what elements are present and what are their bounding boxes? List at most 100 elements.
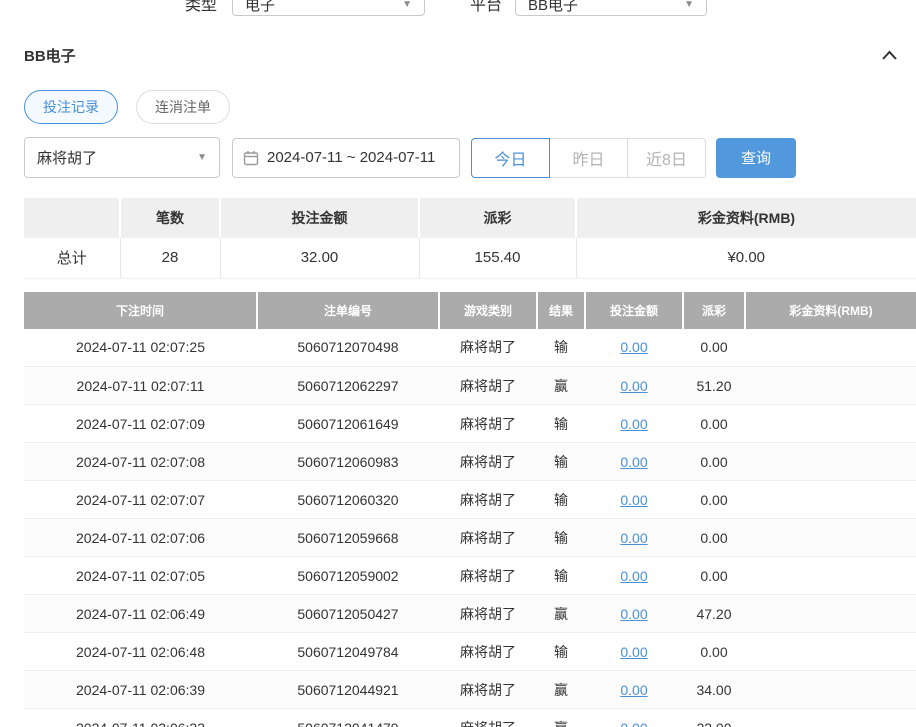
table-row: 2024-07-11 02:07:05 5060712059002 麻将胡了 输… — [24, 557, 916, 595]
cell-bonus-info — [745, 405, 916, 443]
table-row: 2024-07-11 02:06:39 5060712044921 麻将胡了 赢… — [24, 671, 916, 709]
game-select-value: 麻将胡了 — [37, 147, 97, 168]
summary-header-count: 笔数 — [120, 198, 220, 238]
tab-bet-records[interactable]: 投注记录 — [24, 90, 118, 124]
bet-amount-link[interactable]: 0.00 — [620, 378, 647, 394]
cell-result: 赢 — [537, 671, 585, 709]
summary-header-bet: 投注金额 — [220, 198, 419, 238]
platform-filter-select[interactable]: BB电子 ▼ — [515, 0, 707, 16]
cell-result: 赢 — [537, 367, 585, 405]
bet-amount-link[interactable]: 0.00 — [620, 682, 647, 698]
cell-order-number: 5060712070498 — [257, 329, 439, 367]
header-result: 结果 — [537, 292, 585, 329]
bet-records-table: 下注时间 注单编号 游戏类别 结果 投注金额 派彩 彩金资料(RMB) 2024… — [24, 292, 916, 727]
platform-filter-value: BB电子 — [528, 0, 578, 15]
bet-amount-link[interactable]: 0.00 — [620, 454, 647, 470]
section-title: BB电子 — [24, 45, 76, 66]
tab-cancelled-orders[interactable]: 连消注单 — [136, 90, 230, 124]
bet-amount-link[interactable]: 0.00 — [620, 530, 647, 546]
header-order-number: 注单编号 — [257, 292, 439, 329]
filter-row: 麻将胡了 ▼ 2024-07-11 ~ 2024-07-11 今日 昨日 近8日… — [24, 137, 916, 178]
cell-bonus-info — [745, 519, 916, 557]
cell-result: 输 — [537, 557, 585, 595]
query-button[interactable]: 查询 — [716, 138, 796, 178]
last-8-days-button[interactable]: 近8日 — [627, 138, 706, 178]
bet-amount-link[interactable]: 0.00 — [620, 416, 647, 432]
summary-total-bonus: ¥0.00 — [576, 238, 916, 278]
cell-result: 输 — [537, 481, 585, 519]
cell-order-number: 5060712059002 — [257, 557, 439, 595]
cell-bet-time: 2024-07-11 02:07:06 — [24, 519, 257, 557]
bet-amount-link[interactable]: 0.00 — [620, 720, 647, 727]
summary-header-payout: 派彩 — [419, 198, 576, 238]
cell-payout: 0.00 — [683, 405, 745, 443]
cell-result: 输 — [537, 633, 585, 671]
cell-result: 输 — [537, 405, 585, 443]
bet-amount-link[interactable]: 0.00 — [620, 568, 647, 584]
bet-amount-link[interactable]: 0.00 — [620, 606, 647, 622]
type-filter-value: 电子 — [245, 0, 275, 15]
cell-bet-time: 2024-07-11 02:06:48 — [24, 633, 257, 671]
table-row: 2024-07-11 02:07:09 5060712061649 麻将胡了 输… — [24, 405, 916, 443]
summary-header-bonus: 彩金资料(RMB) — [576, 198, 916, 238]
date-range-picker[interactable]: 2024-07-11 ~ 2024-07-11 — [232, 138, 460, 178]
cell-result: 输 — [537, 329, 585, 367]
cell-order-number: 5060712060983 — [257, 443, 439, 481]
section-header: BB电子 — [24, 45, 900, 66]
cell-bet-amount: 0.00 — [585, 633, 683, 671]
cell-bet-amount: 0.00 — [585, 367, 683, 405]
game-select[interactable]: 麻将胡了 ▼ — [24, 137, 220, 178]
cell-game-category: 麻将胡了 — [439, 367, 537, 405]
cell-payout: 34.00 — [683, 671, 745, 709]
cell-bet-amount: 0.00 — [585, 557, 683, 595]
calendar-icon — [243, 150, 259, 166]
cell-bonus-info — [745, 443, 916, 481]
page: 类型 电子 ▼ 平台 BB电子 ▼ BB电子 投注记录 连消注单 麻将胡了 ▼ — [0, 0, 916, 727]
summary-total-count: 28 — [120, 238, 220, 278]
cell-payout: 0.00 — [683, 557, 745, 595]
cell-payout: 0.00 — [683, 329, 745, 367]
cell-bet-time: 2024-07-11 02:07:11 — [24, 367, 257, 405]
header-bonus-info: 彩金资料(RMB) — [745, 292, 916, 329]
cell-payout: 0.00 — [683, 443, 745, 481]
header-game-category: 游戏类别 — [439, 292, 537, 329]
cell-game-category: 麻将胡了 — [439, 405, 537, 443]
bet-amount-link[interactable]: 0.00 — [620, 339, 647, 355]
cell-bet-time: 2024-07-11 02:07:05 — [24, 557, 257, 595]
cell-game-category: 麻将胡了 — [439, 709, 537, 727]
summary-total-bet: 32.00 — [220, 238, 419, 278]
table-row: 2024-07-11 02:06:49 5060712050427 麻将胡了 赢… — [24, 595, 916, 633]
bet-amount-link[interactable]: 0.00 — [620, 492, 647, 508]
cell-bet-amount: 0.00 — [585, 481, 683, 519]
cell-bonus-info — [745, 595, 916, 633]
summary-header-blank — [24, 198, 120, 238]
cell-game-category: 麻将胡了 — [439, 671, 537, 709]
bet-amount-link[interactable]: 0.00 — [620, 644, 647, 660]
cell-payout: 0.00 — [683, 481, 745, 519]
cell-bonus-info — [745, 329, 916, 367]
collapse-section-button[interactable] — [879, 48, 900, 63]
bet-table-body: 2024-07-11 02:07:25 5060712070498 麻将胡了 输… — [24, 329, 916, 727]
cell-bet-amount: 0.00 — [585, 595, 683, 633]
cell-bet-amount: 0.00 — [585, 709, 683, 727]
cell-payout: 22.00 — [683, 709, 745, 727]
cell-order-number: 5060712049784 — [257, 633, 439, 671]
type-filter-select[interactable]: 电子 ▼ — [232, 0, 425, 16]
cell-bonus-info — [745, 367, 916, 405]
summary-table: 笔数 投注金额 派彩 彩金资料(RMB) 总计 28 32.00 155.40 … — [24, 198, 916, 279]
table-row: 2024-07-11 02:06:33 5060712041479 麻将胡了 赢… — [24, 709, 916, 727]
cell-payout: 47.20 — [683, 595, 745, 633]
cell-bet-amount: 0.00 — [585, 671, 683, 709]
table-row: 2024-07-11 02:07:07 5060712060320 麻将胡了 输… — [24, 481, 916, 519]
cell-game-category: 麻将胡了 — [439, 481, 537, 519]
cell-bet-time: 2024-07-11 02:06:49 — [24, 595, 257, 633]
record-tabs: 投注记录 连消注单 — [24, 90, 916, 124]
cell-order-number: 5060712041479 — [257, 709, 439, 727]
yesterday-button[interactable]: 昨日 — [549, 138, 628, 178]
header-payout: 派彩 — [683, 292, 745, 329]
cell-payout: 0.00 — [683, 633, 745, 671]
cell-bet-amount: 0.00 — [585, 443, 683, 481]
cell-bet-time: 2024-07-11 02:07:25 — [24, 329, 257, 367]
cell-result: 输 — [537, 519, 585, 557]
today-button[interactable]: 今日 — [471, 138, 550, 178]
